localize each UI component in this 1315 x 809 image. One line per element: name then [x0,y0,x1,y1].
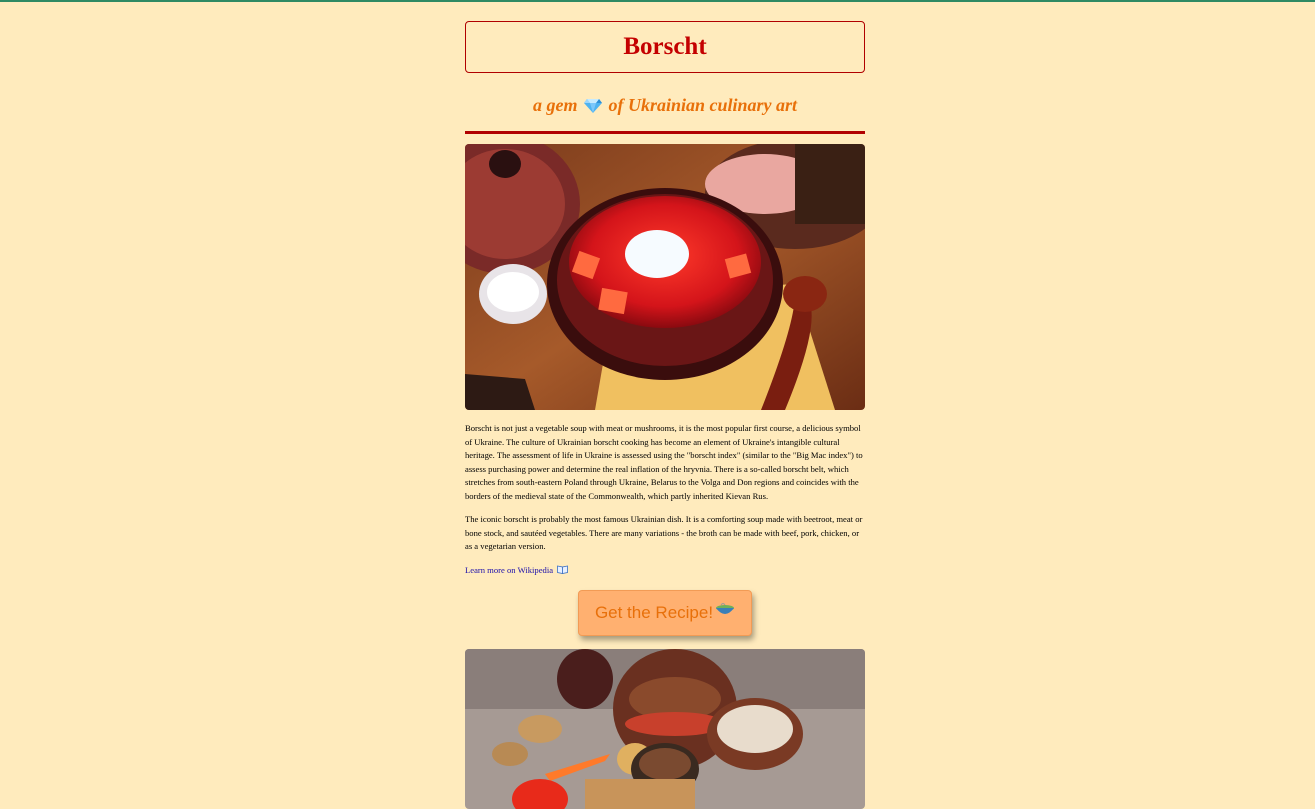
page-subtitle: a gem of Ukrainian culinary art [465,92,865,118]
title-divider [465,131,865,134]
get-recipe-button[interactable]: Get the Recipe! [578,589,752,636]
wikipedia-link-label: Learn more on Wikipedia [465,564,554,575]
gem-icon [583,95,603,121]
subtitle-text-end: of Ukrainian culinary art [608,95,798,115]
subtitle-text-start: a gem [532,95,578,115]
page-content: Borscht a gem of Ukrainian culinary art [465,21,865,809]
top-border [0,0,1315,2]
title-box: Borscht [465,21,865,73]
cta-wrapper: Get the Recipe! [465,589,865,636]
intro-paragraph: Borscht is not just a vegetable soup wit… [465,423,863,501]
wikipedia-link[interactable]: Learn more on Wikipedia [465,565,865,576]
borscht-bowl-image [465,144,865,410]
book-icon [557,565,569,576]
page-title: Borscht [623,33,707,60]
get-recipe-label: Get the Recipe! [594,602,714,622]
soup-bowl-icon [715,602,735,623]
ingredients-image [465,648,865,809]
description-paragraph: The iconic borscht is probably the most … [465,514,863,551]
